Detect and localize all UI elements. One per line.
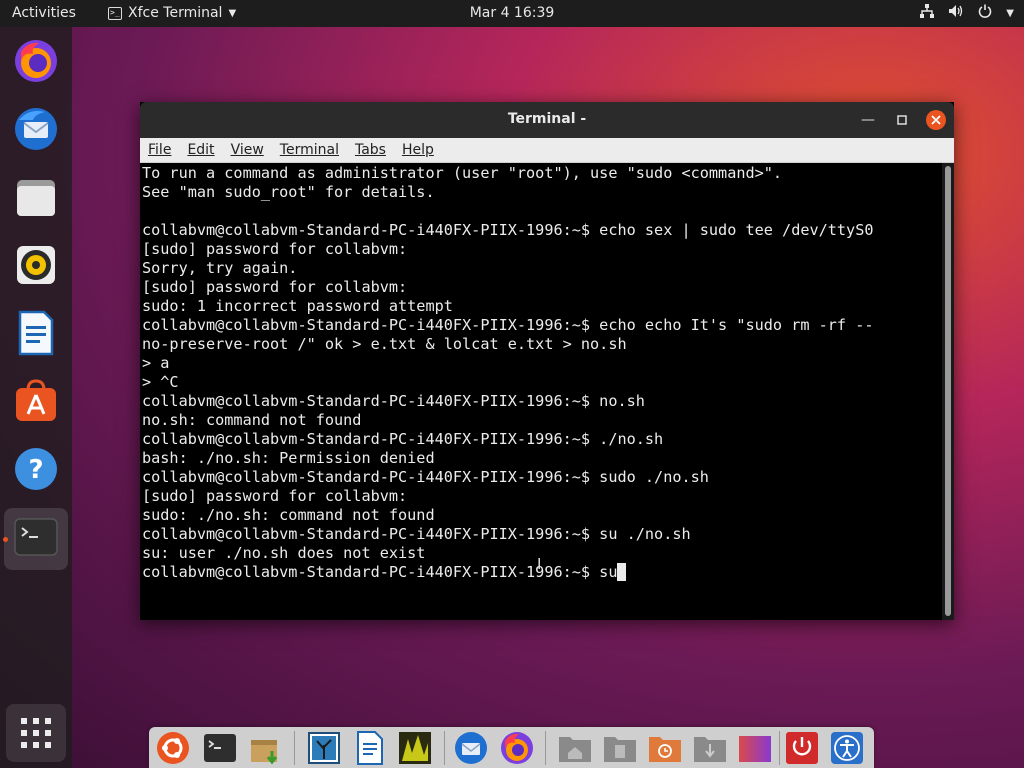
text-cursor: [617, 563, 627, 581]
network-icon: [920, 4, 935, 22]
volume-icon: [948, 4, 964, 22]
mouse-cursor-ibeam: I: [537, 555, 542, 573]
terminal-line: See "man sudo_root" for details.: [142, 183, 435, 201]
terminal-line: Sorry, try again.: [142, 259, 298, 277]
thunderbird-icon[interactable]: [454, 731, 488, 765]
terminal-window[interactable]: Terminal - — File Edit View Terminal Tabs Hel…: [140, 102, 954, 620]
terminal-line: To run a command as administrator (user …: [142, 164, 783, 182]
svg-text:?: ?: [28, 455, 43, 485]
menu-terminal[interactable]: Terminal: [272, 142, 347, 158]
app-menu-label: Xfce Terminal: [128, 5, 223, 21]
downloads-folder-icon[interactable]: [693, 731, 727, 765]
firefox-icon[interactable]: [500, 731, 534, 765]
document-icon[interactable]: [353, 731, 387, 765]
terminal-line: > a: [142, 354, 170, 372]
chevron-down-icon: ▼: [1006, 7, 1014, 19]
terminal-line: no-preserve-root /" ok > e.txt & lolcat …: [142, 335, 627, 353]
bottom-taskbar: [149, 727, 874, 768]
terminal-line: no.sh: command not found: [142, 411, 362, 429]
menu-tabs[interactable]: Tabs: [347, 142, 394, 158]
home-folder-icon[interactable]: [558, 731, 592, 765]
terminal-icon[interactable]: [12, 513, 60, 561]
ubuntu-menu-icon[interactable]: [156, 731, 190, 765]
power-icon: [978, 4, 992, 22]
running-indicator: [3, 537, 8, 542]
menu-view[interactable]: View: [223, 142, 272, 158]
accessibility-icon[interactable]: [830, 731, 864, 765]
software-icon[interactable]: [12, 377, 60, 425]
dock: ?: [0, 27, 72, 768]
terminal-line: collabvm@collabvm-Standard-PC-i440FX-PII…: [142, 525, 691, 543]
chevron-down-icon: ▼: [228, 7, 237, 19]
terminal-prompt-line[interactable]: collabvm@collabvm-Standard-PC-i440FX-PII…: [142, 563, 944, 582]
app-menu[interactable]: >_ Xfce Terminal ▼: [108, 5, 236, 21]
terminal-line: sudo: ./no.sh: command not found: [142, 506, 435, 524]
terminal-line: bash: ./no.sh: Permission denied: [142, 449, 435, 467]
terminal-icon[interactable]: [203, 731, 237, 765]
show-applications-button[interactable]: [6, 704, 66, 762]
activities-button[interactable]: Activities: [12, 5, 76, 21]
minimize-button[interactable]: —: [858, 110, 878, 130]
terminal-line: [sudo] password for collabvm:: [142, 487, 408, 505]
writer-icon[interactable]: [12, 309, 60, 357]
window-titlebar[interactable]: Terminal - —: [140, 102, 954, 138]
terminal-line: > ^C: [142, 373, 179, 391]
terminal-line: [sudo] password for collabvm:: [142, 240, 408, 258]
menu-file[interactable]: File: [140, 142, 179, 158]
system-tray[interactable]: ▼: [920, 4, 1014, 22]
terminal-line: collabvm@collabvm-Standard-PC-i440FX-PII…: [142, 221, 874, 239]
terminal-line: collabvm@collabvm-Standard-PC-i440FX-PII…: [142, 430, 664, 448]
thunderbird-icon[interactable]: [12, 105, 60, 153]
window-title: Terminal -: [507, 111, 587, 127]
menu-edit[interactable]: Edit: [179, 142, 222, 158]
close-button[interactable]: [926, 110, 946, 130]
terminal-icon: >_: [108, 6, 122, 20]
app-grid-icon: [21, 718, 51, 748]
terminal-line: sudo: 1 incorrect password attempt: [142, 297, 453, 315]
package-icon[interactable]: [248, 731, 282, 765]
maximize-icon: [897, 115, 907, 125]
close-icon: [931, 115, 941, 125]
photo-icon[interactable]: [398, 731, 432, 765]
recent-folder-icon[interactable]: [648, 731, 682, 765]
terminal-line: collabvm@collabvm-Standard-PC-i440FX-PII…: [142, 316, 874, 334]
help-icon[interactable]: ?: [12, 445, 60, 493]
terminal-line: collabvm@collabvm-Standard-PC-i440FX-PII…: [142, 468, 709, 486]
prompt-text: collabvm@collabvm-Standard-PC-i440FX-PII…: [142, 563, 618, 581]
documents-folder-icon[interactable]: [603, 731, 637, 765]
menu-help[interactable]: Help: [394, 142, 442, 158]
scrollbar-thumb[interactable]: [945, 166, 951, 616]
power-icon[interactable]: [785, 731, 819, 765]
rhythmbox-icon[interactable]: [12, 241, 60, 289]
menu-bar: File Edit View Terminal Tabs Help: [140, 138, 954, 163]
scrollbar[interactable]: [942, 163, 954, 620]
gradient-folder-icon[interactable]: [738, 731, 772, 765]
files-icon[interactable]: [12, 173, 60, 221]
maximize-button[interactable]: [892, 110, 912, 130]
terminal-line: collabvm@collabvm-Standard-PC-i440FX-PII…: [142, 392, 645, 410]
terminal-output[interactable]: To run a command as administrator (user …: [140, 163, 944, 621]
firefox-icon[interactable]: [12, 37, 60, 85]
terminal-line: su: user ./no.sh does not exist: [142, 544, 426, 562]
image-viewer-icon[interactable]: [307, 731, 341, 765]
top-bar: Activities >_ Xfce Terminal ▼ Mar 4 16:3…: [0, 0, 1024, 27]
terminal-line: [sudo] password for collabvm:: [142, 278, 408, 296]
